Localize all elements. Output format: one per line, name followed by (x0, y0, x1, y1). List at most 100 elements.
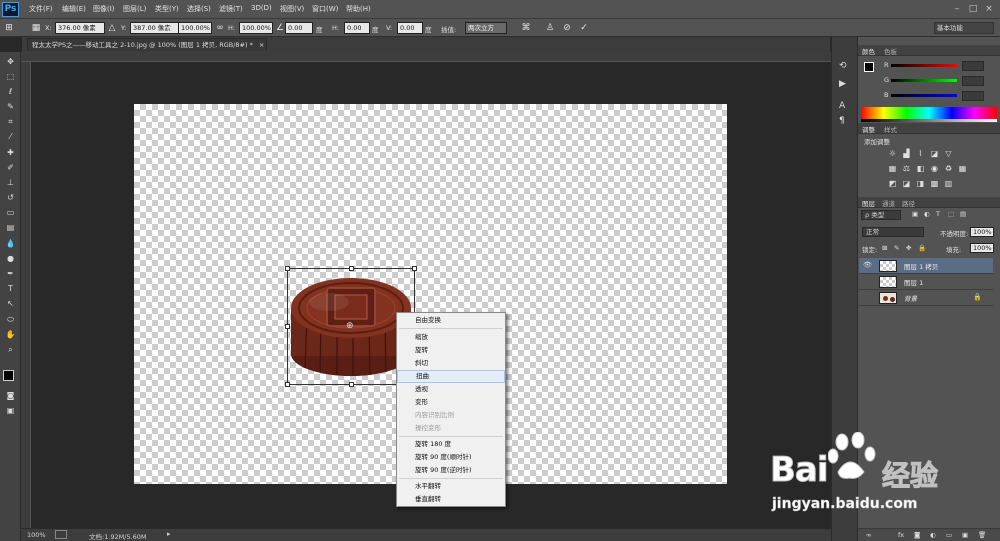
gradient-map-icon[interactable]: ▥ (944, 179, 953, 188)
history-brush-icon[interactable]: ↺ (3, 192, 18, 204)
tab-styles[interactable]: 样式 (884, 124, 897, 134)
character-icon[interactable]: A (839, 101, 845, 111)
visibility-box[interactable] (863, 294, 870, 301)
menu-select[interactable]: 选择(S) (187, 4, 211, 14)
quick-mask-icon[interactable]: ◙ (3, 390, 18, 402)
panel-foreground-swatch[interactable] (864, 62, 874, 72)
tab-paths[interactable]: 路径 (902, 198, 915, 208)
opacity-field[interactable]: 100% (970, 227, 994, 237)
g-slider[interactable] (891, 79, 957, 82)
transform-handle-b[interactable] (349, 382, 354, 387)
lock-transparent-icon[interactable]: ⊠ (882, 244, 887, 252)
marquee-tool-icon[interactable]: ⬚ (3, 71, 18, 83)
layer-row[interactable]: 图层 1 (859, 274, 993, 290)
color-spectrum[interactable] (861, 107, 997, 119)
eye-icon[interactable]: 👁 (863, 261, 872, 269)
healing-tool-icon[interactable]: ✚ (3, 147, 18, 159)
eyedropper-tool-icon[interactable]: ⁄ (3, 131, 18, 143)
tab-swatches[interactable]: 色板 (884, 46, 897, 56)
grayscale-ramp[interactable] (861, 119, 997, 122)
menu-type[interactable]: 类型(Y) (155, 4, 179, 14)
history-icon[interactable]: ⟲ (839, 61, 847, 71)
menu-file[interactable]: 文件(F) (29, 4, 53, 14)
pen-tool-icon[interactable]: ✒ (3, 268, 18, 280)
transform-handle-l[interactable] (285, 324, 290, 329)
vskew-field[interactable]: 0.00 (397, 22, 423, 34)
filter-adjust-icon[interactable]: ◐ (924, 210, 930, 218)
menu-item-rotate[interactable]: 旋转 (397, 344, 505, 357)
minimize-icon[interactable]: – (950, 3, 964, 15)
layer-name[interactable]: 图层 1 拷贝 (904, 261, 938, 271)
quick-select-tool-icon[interactable]: ✎ (3, 101, 18, 113)
shape-tool-icon[interactable]: ⬭ (3, 314, 18, 326)
transform-handle-t[interactable] (349, 266, 354, 271)
close-tab-icon[interactable]: × (259, 41, 264, 49)
gradient-tool-icon[interactable]: ▤ (3, 222, 18, 234)
warp-mode-icon[interactable]: ⌘ (520, 22, 532, 34)
cancel-transform-icon[interactable]: ⊘ (561, 22, 573, 34)
menu-item-skew[interactable]: 斜切 (397, 357, 505, 370)
transform-handle-tl[interactable] (285, 266, 290, 271)
menu-item-rotate-90-cw[interactable]: 旋转 90 度(顺时针) (397, 451, 505, 464)
document-tab[interactable]: 程太太学PS之——移动工具之 2-10.jpg @ 100% (图层 1 拷贝,… (27, 38, 267, 51)
blur-tool-icon[interactable]: 💧 (3, 238, 18, 250)
transform-handle-bl[interactable] (285, 382, 290, 387)
brightness-icon[interactable]: ☼ (888, 149, 897, 158)
layer-row[interactable]: 背景 🔒 (859, 290, 993, 306)
stamp-tool-icon[interactable]: ⊥ (3, 177, 18, 189)
menu-filter[interactable]: 滤镜(T) (219, 4, 243, 14)
reference-point-icon[interactable]: ▦ (30, 22, 42, 34)
status-menu-arrow-icon[interactable]: ▸ (167, 530, 171, 538)
tab-channels[interactable]: 通道 (882, 198, 895, 208)
menu-item-rotate-90-ccw[interactable]: 旋转 90 度(逆时针) (397, 464, 505, 477)
menu-item-scale[interactable]: 缩放 (397, 331, 505, 344)
exposure-icon[interactable]: ◪ (930, 149, 939, 158)
fx-icon[interactable]: fx (898, 531, 904, 539)
menu-image[interactable]: 图像(I) (93, 4, 115, 14)
filter-smart-icon[interactable]: ▤ (960, 210, 966, 218)
menu-item-perspective[interactable]: 透视 (397, 383, 505, 396)
move-tool-icon[interactable]: ✥ (3, 56, 18, 68)
b-value-field[interactable] (962, 91, 984, 101)
transform-center-icon[interactable]: ⊕ (346, 321, 354, 331)
paragraph-icon[interactable]: ¶ (839, 116, 845, 126)
lasso-tool-icon[interactable]: ℓ (3, 86, 18, 98)
invert-icon[interactable]: ◩ (888, 179, 897, 188)
actions-icon[interactable]: ▶ (839, 79, 846, 89)
channel-mixer-icon[interactable]: ♻ (944, 164, 953, 173)
w-field[interactable]: 100.00% (178, 22, 212, 34)
layer-name[interactable]: 背景 (904, 293, 917, 303)
g-value-field[interactable] (962, 76, 984, 86)
foreground-color-swatch[interactable] (3, 370, 14, 381)
brush-tool-icon[interactable]: ✐ (3, 162, 18, 174)
filter-type-icon[interactable]: T (936, 210, 940, 218)
lock-all-icon[interactable]: 🔒 (918, 244, 926, 252)
menu-item-free-transform[interactable]: 自由变换 (397, 314, 505, 327)
type-tool-icon[interactable]: T (3, 283, 18, 295)
menu-help[interactable]: 帮助(H) (346, 4, 371, 14)
levels-icon[interactable]: ▟ (902, 149, 911, 158)
menu-layer[interactable]: 图层(L) (123, 4, 146, 14)
menu-item-flip-vertical[interactable]: 垂直翻转 (397, 493, 505, 506)
zoom-level[interactable]: 100% (27, 531, 46, 539)
photo-filter-icon[interactable]: ◉ (930, 164, 939, 173)
b-slider[interactable] (891, 94, 957, 97)
layer-name[interactable]: 图层 1 (904, 277, 923, 287)
fill-field[interactable]: 100% (970, 243, 994, 253)
tab-color[interactable]: 颜色 (862, 46, 875, 56)
menu-item-distort[interactable]: 扭曲 (397, 370, 505, 383)
h-field[interactable]: 100.00% (239, 22, 273, 34)
triangle-icon[interactable]: △ (106, 22, 118, 34)
eraser-tool-icon[interactable]: ▭ (3, 207, 18, 219)
link-layers-icon[interactable]: ∞ (866, 531, 871, 539)
vibrance-icon[interactable]: ▽ (944, 149, 953, 158)
adjustment-layer-icon[interactable]: ◐ (930, 531, 936, 539)
path-select-icon[interactable]: ↖ (3, 298, 18, 310)
black-white-icon[interactable]: ◧ (916, 164, 925, 173)
selective-color-icon[interactable]: ▩ (930, 179, 939, 188)
zoom-tool-icon[interactable]: ⌕ (3, 344, 18, 356)
x-field[interactable]: 376.00 像素 (55, 22, 105, 34)
r-value-field[interactable] (962, 61, 984, 71)
tab-layers[interactable]: 图层 (862, 198, 875, 208)
menu-item-warp[interactable]: 变形 (397, 396, 505, 409)
